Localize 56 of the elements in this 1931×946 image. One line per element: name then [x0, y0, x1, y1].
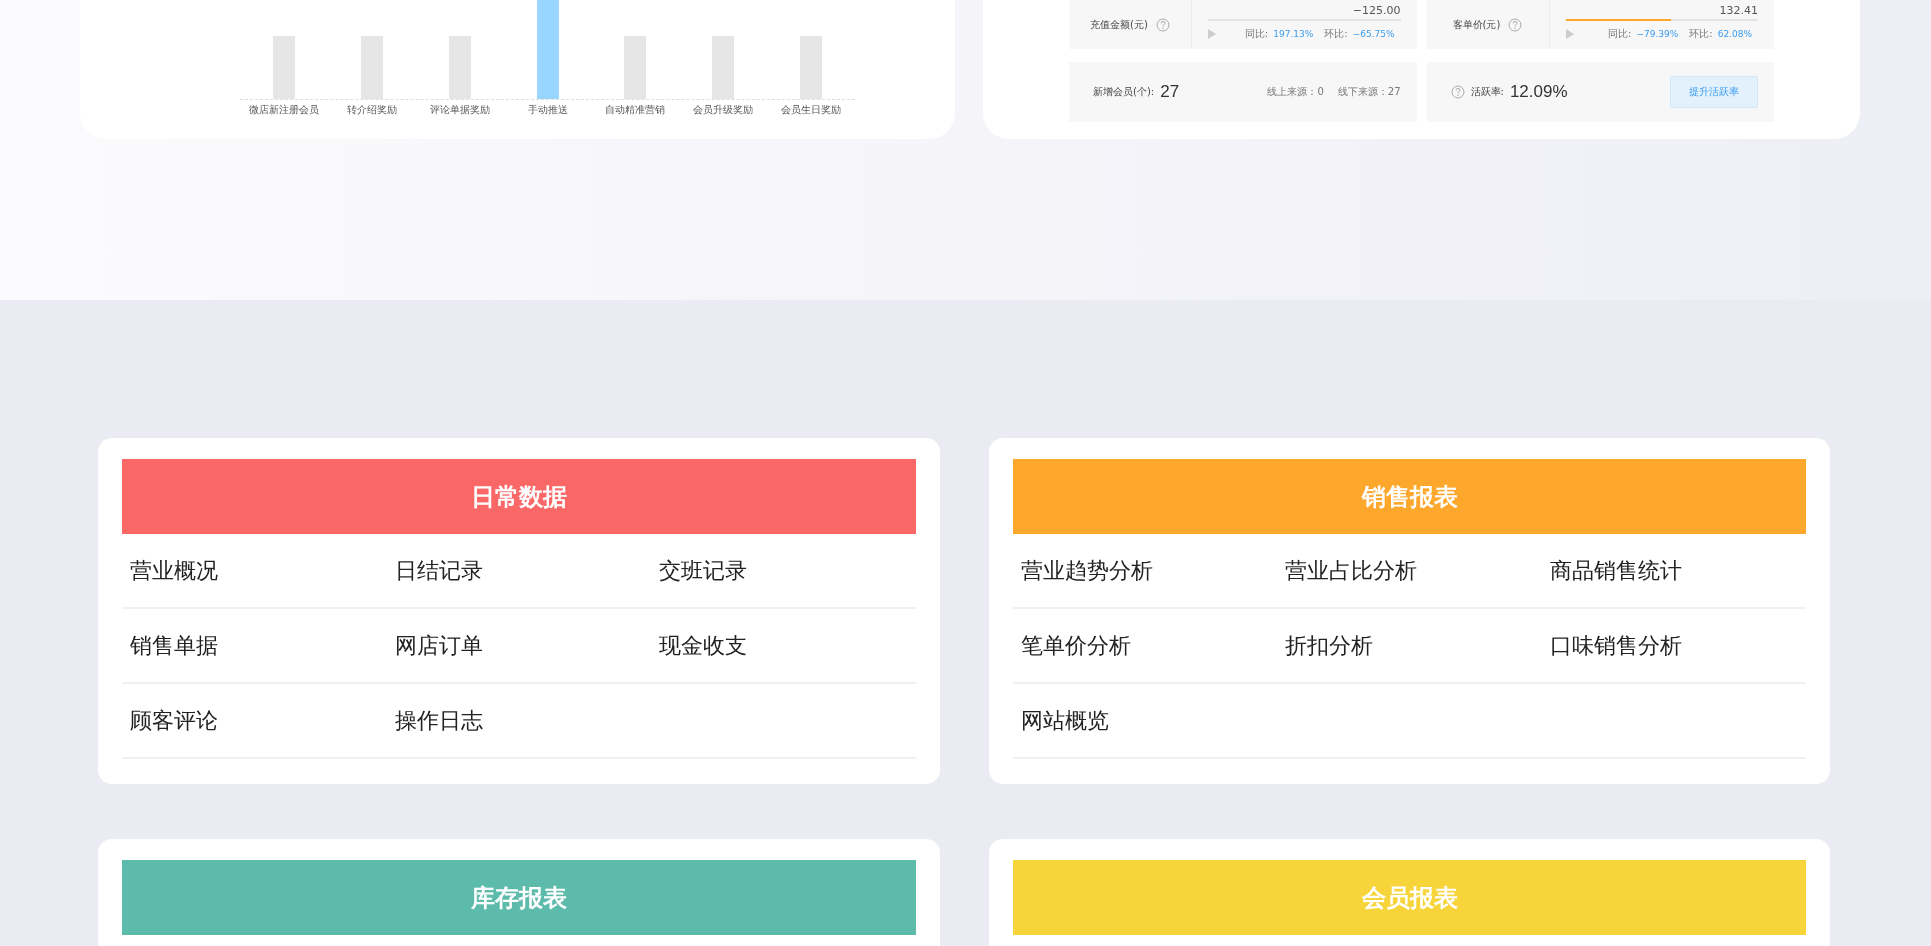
play-icon[interactable] — [1208, 29, 1216, 39]
source-text: 线上来源：0 — [1267, 85, 1324, 99]
report-link[interactable]: 现金收支 — [659, 630, 748, 661]
source-text: 线下来源：27 — [1337, 85, 1401, 99]
play-icon[interactable] — [1565, 29, 1574, 39]
report-link[interactable]: 顾客评论 — [130, 705, 218, 736]
stat-label: 充值金额(元) — [1090, 17, 1148, 32]
stat-label: 活跃率: — [1470, 85, 1504, 99]
compare-label: 环比: — [1324, 27, 1348, 41]
stat-value: 12.09% — [1509, 82, 1568, 102]
report-link[interactable]: 日结记录 — [394, 555, 483, 586]
report-link[interactable]: 网站概览 — [1021, 705, 1109, 736]
chart-bar[interactable] — [624, 36, 647, 99]
report-link[interactable]: 营业概况 — [130, 555, 218, 586]
axis-label: 手动推送 — [526, 103, 569, 117]
compare-label: 同比: — [1608, 27, 1632, 41]
help-icon[interactable] — [1508, 17, 1523, 32]
compare-label: 同比: — [1244, 27, 1269, 41]
axis-label: 自动精准营销 — [604, 103, 667, 117]
compare-label: 环比: — [1689, 27, 1713, 41]
report-link[interactable]: 折扣分析 — [1285, 630, 1374, 661]
panel-header: 销售报表 — [1013, 459, 1806, 534]
axis-label: 微店新注册会员 — [247, 103, 320, 117]
compare-value: −65.75% — [1352, 29, 1395, 39]
report-link[interactable]: 营业占比分析 — [1285, 555, 1418, 586]
help-icon[interactable] — [1450, 85, 1465, 99]
report-link[interactable]: 口味销售分析 — [1549, 630, 1682, 661]
report-link[interactable]: 网店订单 — [394, 630, 483, 661]
chart-bar[interactable] — [536, 0, 559, 99]
stat-value: 132.41 — [1718, 5, 1758, 17]
chart-bar[interactable] — [712, 36, 735, 99]
compare-value: 197.13% — [1273, 29, 1314, 39]
axis-label: 转介绍奖励 — [345, 103, 398, 117]
compare-value: 62.08% — [1717, 29, 1752, 39]
help-icon[interactable] — [1155, 17, 1170, 32]
compare-value: −79.39% — [1636, 29, 1679, 39]
stat-value: 27 — [1160, 82, 1180, 102]
axis-label: 评论单据奖励 — [428, 103, 491, 117]
report-link[interactable]: 笔单价分析 — [1021, 630, 1131, 661]
chart-bar[interactable] — [800, 36, 823, 99]
panel-header: 日常数据 — [122, 459, 916, 534]
report-link[interactable]: 销售单据 — [130, 630, 218, 661]
axis-label: 会员生日奖励 — [780, 103, 843, 117]
stat-label: 客单价(元) — [1452, 17, 1501, 32]
panel-header: 会员报表 — [1013, 860, 1806, 935]
report-link[interactable]: 操作日志 — [394, 705, 483, 736]
stat-value: −125.00 — [1351, 5, 1401, 17]
report-link[interactable]: 交班记录 — [659, 555, 748, 586]
chart-bar[interactable] — [272, 36, 295, 99]
stat-label: 新增会员(个): — [1093, 85, 1155, 99]
chart-bar[interactable] — [360, 36, 383, 99]
axis-label: 会员升级奖励 — [692, 103, 755, 117]
chart-bar[interactable] — [448, 36, 471, 99]
panel-header: 库存报表 — [122, 860, 916, 935]
report-link[interactable]: 营业趋势分析 — [1021, 555, 1153, 586]
report-link[interactable]: 商品销售统计 — [1549, 555, 1682, 586]
